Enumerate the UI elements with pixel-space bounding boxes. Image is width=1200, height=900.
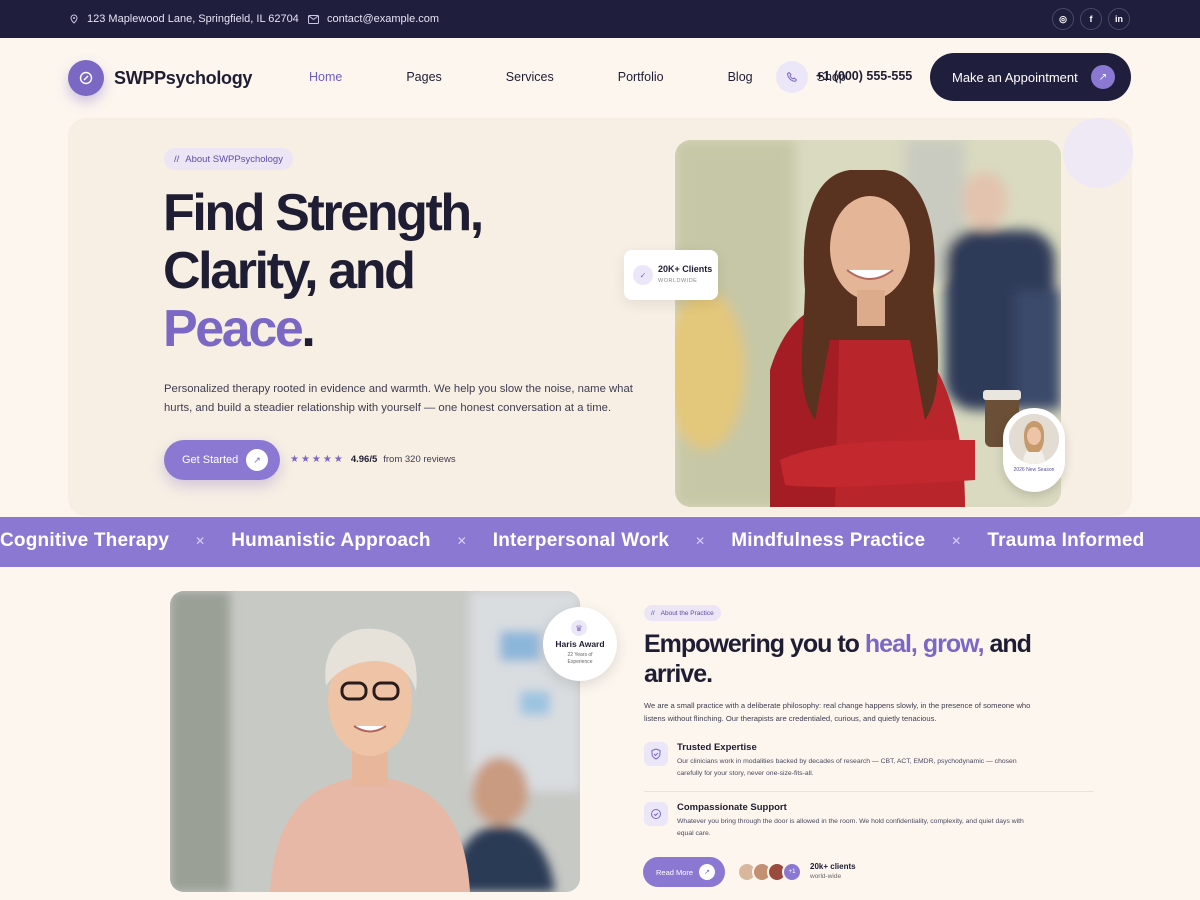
cross-icon: ✕ — [951, 534, 962, 548]
clients-card: ✓ 20K+ Clients WORLDWIDE — [624, 250, 718, 300]
rating-value: 4.96/5 — [350, 454, 378, 465]
rating-text: from 320 reviews — [383, 454, 456, 465]
award-badge: ♛ Haris Award 22 Years of Experience — [543, 607, 617, 681]
main-nav: SWPPsychology Home Pages Services Portfo… — [0, 38, 1200, 118]
hero-section: // About SWPPsychology Find Strength, Cl… — [68, 118, 1133, 516]
get-started-label: Get Started — [182, 454, 239, 466]
email-text: contact@example.com — [327, 13, 440, 25]
mail-icon — [308, 14, 319, 24]
hero-title-line1: Find Strength, — [163, 184, 484, 242]
hero-eyebrow: // About SWPPsychology — [164, 148, 293, 170]
about-eyebrow: // About the Practice — [644, 605, 721, 621]
arrow-up-right-icon: ↗ — [1091, 65, 1115, 89]
nav-item-blog[interactable]: Blog — [728, 70, 753, 84]
marquee-item: Mindfulness Practice — [731, 530, 926, 551]
get-started-button[interactable]: Get Started ↗ — [164, 440, 280, 480]
facebook-icon[interactable]: f — [1080, 8, 1102, 30]
logo-icon[interactable] — [68, 60, 104, 96]
clients-count-sub: world-wide — [810, 873, 842, 880]
brand-name[interactable]: SWPPsychology — [114, 68, 252, 89]
top-bar: 123 Maplewood Lane, Springfield, IL 6270… — [0, 0, 1200, 38]
address-info: 123 Maplewood Lane, Springfield, IL 6270… — [69, 13, 299, 25]
season-badge[interactable]: 2026 New Season — [1003, 408, 1065, 492]
marquee-item: Trauma Informed — [987, 530, 1145, 551]
feature-title: Trusted Expertise — [677, 742, 757, 753]
read-more-label: Read More — [656, 867, 694, 877]
rating: ★★★★★ 4.96/5 from 320 reviews — [290, 454, 456, 465]
instagram-icon[interactable]: ◎ — [1052, 8, 1074, 30]
more-avatars-badge: +1 — [782, 862, 802, 882]
hero-title-line2: Clarity, and — [163, 242, 416, 300]
season-avatar — [1009, 414, 1059, 464]
arrow-up-right-icon: ↗ — [699, 864, 715, 880]
feature-title: Compassionate Support — [677, 802, 787, 813]
slash-icon: // — [651, 609, 655, 617]
about-title-accent: heal, grow, — [864, 630, 985, 658]
award-subtitle: 22 Years of Experience — [567, 652, 593, 665]
cross-icon: ✕ — [195, 534, 206, 548]
nav-item-home[interactable]: Home — [309, 70, 342, 84]
clients-card-subtitle: WORLDWIDE — [658, 278, 698, 284]
feature-text: Whatever you bring through the door is a… — [677, 818, 1024, 837]
about-title: Empowering you to heal, grow, and arrive… — [644, 629, 1064, 689]
email-info[interactable]: contact@example.com — [308, 13, 439, 25]
hero-title-dot: . — [301, 300, 315, 358]
about-description: We are a small practice with a deliberat… — [644, 701, 1031, 723]
marquee-item: Humanistic Approach — [231, 530, 431, 551]
star-rating-icon: ★★★★★ — [290, 454, 345, 465]
cross-icon: ✕ — [695, 534, 706, 548]
client-avatars: +1 — [737, 862, 802, 882]
clients-card-title: 20K+ Clients — [658, 264, 713, 274]
slash-icon: // — [174, 153, 180, 165]
marquee-item: Cognitive Therapy — [0, 530, 170, 551]
hero-eyebrow-text: About SWPPsychology — [185, 153, 283, 165]
services-marquee: Cognitive Therapy ✕ Humanistic Approach … — [0, 517, 1200, 567]
decorative-circle — [1063, 118, 1133, 188]
heart-check-icon — [644, 802, 668, 826]
check-badge-icon: ✓ — [633, 265, 653, 285]
hero-description: Personalized therapy rooted in evidence … — [164, 383, 633, 414]
nav-item-pages[interactable]: Pages — [406, 70, 441, 84]
location-pin-icon — [70, 14, 78, 24]
appointment-label: Make an Appointment — [952, 69, 1078, 85]
nav-item-services[interactable]: Services — [506, 70, 554, 84]
address-text: 123 Maplewood Lane, Springfield, IL 6270… — [87, 13, 299, 25]
arrow-up-right-icon: ↗ — [246, 449, 268, 471]
shield-icon — [644, 742, 668, 766]
social-links: ◎ f in — [1052, 8, 1130, 30]
about-photo — [170, 591, 580, 892]
season-label: 2026 New Season — [1013, 467, 1055, 473]
marquee-item: Interpersonal Work — [492, 530, 670, 551]
trophy-icon: ♛ — [571, 620, 587, 636]
read-more-button[interactable]: Read More ↗ — [643, 857, 725, 887]
hero-title: Find Strength, Clarity, and Peace. — [163, 184, 484, 358]
marquee-track: Cognitive Therapy ✕ Humanistic Approach … — [0, 530, 1145, 552]
cross-icon: ✕ — [456, 534, 467, 548]
about-title-pre: Empowering you to — [644, 630, 865, 658]
award-title: Haris Award — [555, 639, 605, 649]
phone-icon[interactable] — [776, 61, 808, 93]
about-eyebrow-text: About the Practice — [660, 609, 714, 617]
feature-text: Our clinicians work in modalities backed… — [677, 758, 1017, 777]
hero-title-accent: Peace — [163, 300, 304, 358]
linkedin-icon[interactable]: in — [1108, 8, 1130, 30]
make-appointment-button[interactable]: Make an Appointment ↗ — [930, 53, 1131, 101]
feature-divider — [644, 791, 1094, 792]
phone-number[interactable]: +1 (000) 555-555 — [816, 69, 912, 83]
clients-count: 20k+ clients — [810, 862, 856, 871]
nav-item-portfolio[interactable]: Portfolio — [618, 70, 664, 84]
